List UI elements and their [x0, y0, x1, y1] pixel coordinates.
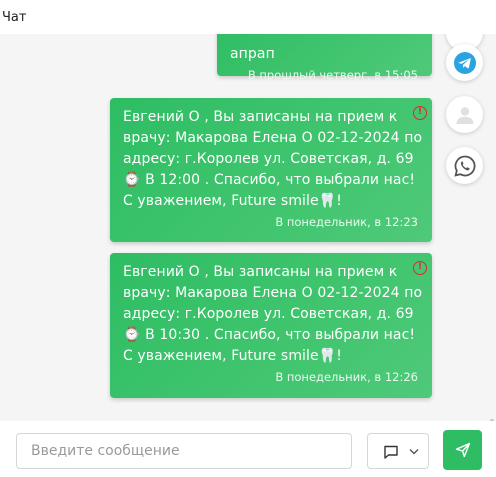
chat-header: Чат: [0, 0, 496, 34]
message-bubble: Евгений О , Вы записаны на прием к врачу…: [110, 253, 432, 398]
send-button[interactable]: [443, 430, 482, 470]
message-time: В понедельник, в 12:26: [275, 370, 418, 384]
send-icon: [455, 442, 470, 458]
whatsapp-icon: [453, 155, 475, 177]
user-button[interactable]: [446, 96, 483, 133]
user-icon: [456, 106, 473, 124]
whatsapp-button[interactable]: [446, 147, 483, 184]
message-bubble: Евгений О , Вы записаны на прием к врачу…: [110, 98, 432, 242]
chevron-down-icon: [409, 449, 419, 455]
message-icon: [384, 445, 398, 459]
message-text: Евгений О , Вы записаны на прием к врачу…: [123, 264, 423, 364]
warning-icon[interactable]: !: [413, 106, 427, 120]
message-text: Евгений О , Вы записаны на прием к врачу…: [123, 109, 423, 209]
message-input[interactable]: [16, 433, 352, 469]
message-bubble: апрап В прошлый четверг, в 15:05: [217, 34, 432, 82]
warning-icon[interactable]: !: [413, 261, 427, 275]
message-time: В понедельник, в 12:23: [275, 215, 418, 229]
telegram-icon: [453, 51, 476, 74]
telegram-button[interactable]: [446, 44, 483, 81]
message-composer: [0, 421, 496, 477]
page-title: Чат: [2, 10, 27, 25]
message-list[interactable]: апрап В прошлый четверг, в 15:05 Евгений…: [0, 34, 496, 421]
channel-select[interactable]: [367, 433, 429, 469]
message-time: В прошлый четверг, в 15:05: [247, 68, 418, 82]
